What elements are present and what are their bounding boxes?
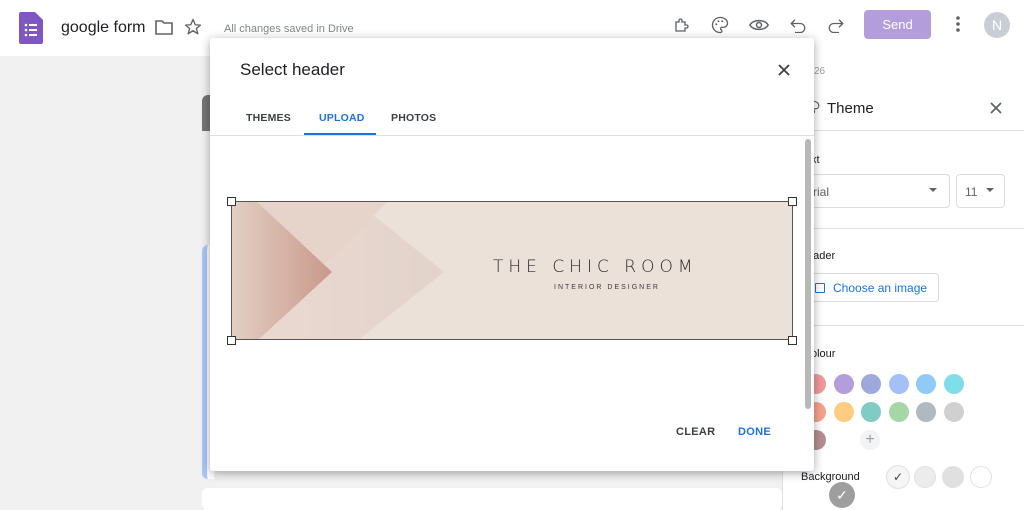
close-icon[interactable] — [774, 60, 794, 80]
more-vert-icon[interactable] — [950, 14, 966, 34]
divider — [782, 130, 1024, 131]
crop-handle-top-left[interactable] — [227, 197, 236, 206]
color-swatch[interactable] — [888, 402, 909, 422]
clear-button[interactable]: CLEAR — [676, 426, 715, 438]
color-swatch[interactable] — [943, 402, 964, 422]
background-swatch[interactable] — [970, 466, 992, 488]
divider — [782, 325, 1024, 326]
color-swatch[interactable] — [888, 374, 909, 394]
select-header-dialog: Select header THEMES UPLOAD PHOTOS THE C — [210, 38, 814, 471]
tab-upload[interactable]: UPLOAD — [319, 112, 365, 124]
color-swatch[interactable] — [861, 402, 881, 422]
header-image-crop-area[interactable]: THE CHIC ROOM INTERIOR DESIGNER — [231, 201, 793, 340]
document-title[interactable]: google form — [61, 19, 146, 37]
check-icon: ✓ — [836, 486, 848, 503]
chevron-down-icon — [986, 188, 994, 192]
divider — [210, 135, 814, 136]
background-swatch[interactable] — [942, 466, 964, 488]
redo-icon[interactable] — [825, 14, 847, 36]
image-icon — [815, 283, 825, 293]
dialog-title: Select header — [240, 60, 345, 79]
crop-handle-bottom-right[interactable] — [788, 336, 797, 345]
star-icon[interactable] — [184, 18, 202, 36]
crop-handle-top-right[interactable] — [788, 197, 797, 206]
background-swatch[interactable] — [914, 466, 936, 488]
avatar[interactable]: N — [984, 12, 1010, 38]
chevron-down-icon — [929, 188, 937, 192]
header-brand-tagline: INTERIOR DESIGNER — [554, 284, 660, 291]
choose-image-label: Choose an image — [833, 280, 928, 295]
addon-icon[interactable] — [671, 14, 693, 36]
tab-themes[interactable]: THEMES — [246, 112, 291, 124]
choose-image-button[interactable]: Choose an image — [804, 273, 939, 302]
folder-icon[interactable] — [155, 19, 173, 35]
color-swatch-selected[interactable]: ✓ — [829, 482, 855, 508]
send-button[interactable]: Send — [864, 10, 931, 39]
color-swatch[interactable] — [861, 374, 881, 394]
save-status: All changes saved in Drive — [224, 23, 354, 35]
close-icon[interactable] — [988, 100, 1004, 116]
background-swatch-selected[interactable]: ✓ — [886, 465, 910, 489]
tab-photos[interactable]: PHOTOS — [391, 112, 436, 124]
theme-panel-title: Theme — [827, 100, 874, 117]
check-icon: ✓ — [892, 470, 904, 484]
palette-icon[interactable] — [709, 14, 731, 36]
font-size-value: 11 — [965, 185, 978, 199]
crop-handle-bottom-left[interactable] — [227, 336, 236, 345]
font-size-select[interactable]: 11 — [956, 174, 1005, 208]
font-family-value: rial — [813, 185, 830, 199]
color-swatch[interactable] — [943, 374, 964, 394]
add-custom-color-button[interactable]: + — [860, 430, 880, 450]
form-card — [202, 488, 782, 510]
color-swatch[interactable] — [916, 374, 936, 394]
forms-app-icon[interactable] — [19, 12, 43, 44]
colour-section-label: olour — [811, 348, 836, 360]
undo-icon[interactable] — [787, 14, 809, 36]
color-swatch[interactable] — [833, 374, 854, 394]
background-label: Background — [801, 471, 860, 483]
scrollbar[interactable] — [805, 139, 811, 409]
partial-text: 26 — [814, 66, 826, 77]
color-swatch[interactable] — [833, 402, 854, 422]
divider — [782, 228, 1024, 229]
color-swatch[interactable] — [916, 402, 936, 422]
done-button[interactable]: DONE — [738, 426, 771, 438]
font-family-select[interactable]: rial — [808, 174, 950, 208]
header-brand-name: THE CHIC ROOM — [493, 257, 698, 277]
preview-eye-icon[interactable] — [748, 14, 770, 36]
